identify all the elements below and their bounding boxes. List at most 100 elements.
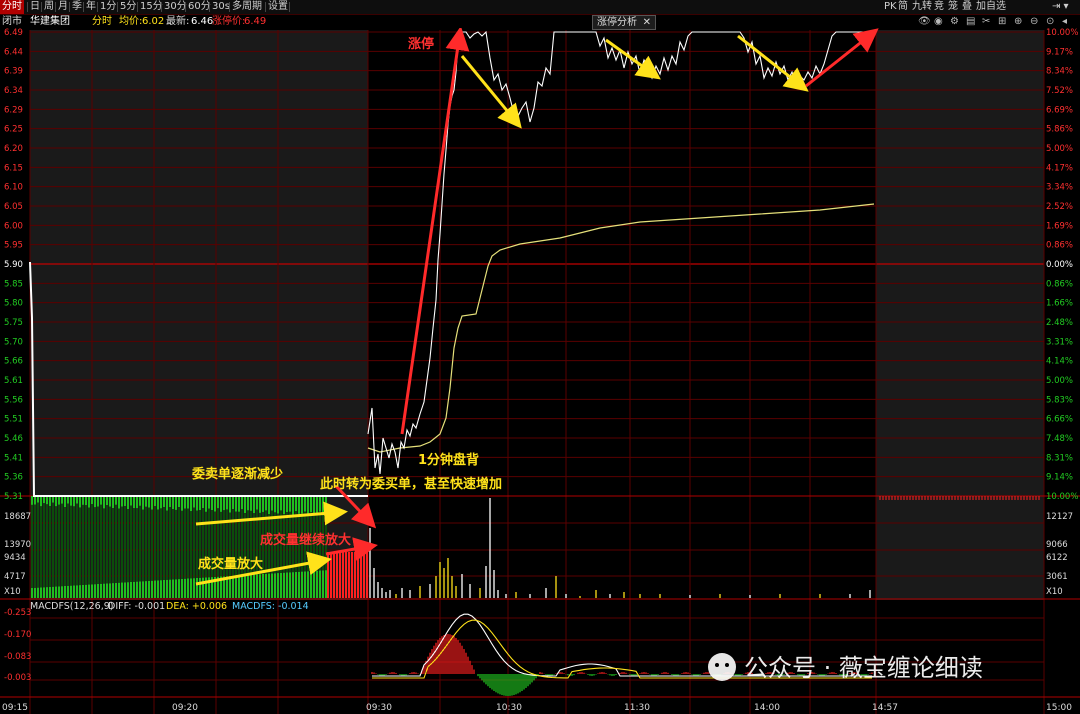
toolbar-separator	[289, 2, 290, 12]
grid-icon[interactable]: ⊞	[998, 15, 1006, 29]
volume-tick-right: 6122	[1046, 553, 1068, 563]
watermark: 公众号 · 薇宝缠论细读	[708, 653, 983, 682]
pullback-arrow-3	[737, 34, 809, 92]
average-price-line	[367, 203, 875, 453]
price-tick: 5.66	[4, 357, 23, 367]
toolbar-right-6[interactable]: 加自选	[974, 0, 1008, 14]
price-tick: 5.46	[4, 434, 23, 444]
wechat-eye-right	[725, 663, 729, 667]
price-tick: 6.25	[4, 125, 23, 135]
period-tab-12[interactable]: 多周期	[230, 0, 264, 14]
price-tick: 6.05	[4, 202, 23, 212]
macd-header: MACDFS(12,26,9) DIFF: -0.001 DEA: +0.006…	[30, 601, 309, 612]
toolbar-right-1[interactable]: 简	[896, 0, 910, 14]
price-tick: 6.20	[4, 144, 23, 154]
time-tick: 14:57	[872, 703, 898, 713]
volume-tick: 18687	[4, 512, 31, 522]
toolbar-right-3[interactable]: 竞	[932, 0, 946, 14]
sell-orders-label: 委卖单逐渐减少	[191, 466, 283, 482]
latest-value: 6.46	[191, 16, 214, 27]
zoom-out-icon[interactable]: ⊖	[1030, 15, 1038, 29]
scissors-icon[interactable]: ✂	[982, 15, 990, 29]
stock-name: 华建集团	[30, 16, 70, 27]
restore-icon[interactable]: ⊙	[1046, 15, 1054, 29]
time-tick: 09:20	[172, 703, 198, 713]
pct-tick: 5.83%	[1046, 395, 1073, 405]
price-tick: 6.44	[4, 47, 23, 57]
price-tick: 6.34	[4, 86, 23, 96]
volume-tick: 13970	[4, 540, 31, 550]
chart-icon[interactable]: ▤	[966, 15, 975, 29]
period-tab-0[interactable]: 分时	[0, 0, 24, 14]
price-tick: 5.51	[4, 415, 23, 425]
period-tab-5[interactable]: 年	[84, 0, 98, 14]
toolbar-right-4[interactable]: 笼	[946, 0, 960, 14]
price-line	[367, 30, 872, 475]
price-tick: 6.29	[4, 105, 23, 115]
pct-tick: 10.00%	[1046, 492, 1078, 502]
macd-value: MACDFS: -0.014	[232, 601, 309, 612]
time-tick: 11:30	[624, 703, 650, 713]
period-toolbar: 分时日周月季年 1分 5分 15分 30分 60分 30s 多周期 设置 PK 简九转竞笼叠加自选 ⇥…	[0, 0, 1080, 15]
time-tick: 14:00	[754, 703, 780, 713]
macd-title: MACDFS(12,26,9)	[30, 601, 113, 612]
price-tick: 5.75	[4, 318, 23, 328]
eye-icon[interactable]: 👁	[918, 15, 931, 29]
divergence-label: 1分钟盘背	[418, 452, 479, 468]
pct-tick: 4.14%	[1046, 357, 1073, 367]
price-tick: 5.95	[4, 241, 23, 251]
pin-icon[interactable]: ⇥ ▾	[1050, 0, 1071, 14]
period-tab-6[interactable]: 1分	[98, 0, 118, 14]
pct-tick: 9.17%	[1046, 47, 1073, 57]
price-tick: 5.70	[4, 337, 23, 347]
period-tab-1[interactable]: 日	[28, 0, 42, 14]
price-tick: 5.90	[4, 260, 23, 270]
avg-value: 6.02	[142, 16, 165, 27]
pct-tick: 1.69%	[1046, 221, 1073, 231]
period-tab-7[interactable]: 5分	[118, 0, 138, 14]
pct-tick: 5.00%	[1046, 376, 1073, 386]
period-tab-2[interactable]: 周	[42, 0, 56, 14]
turn-to-buy-label: 此时转为委买单，甚至快速增加	[320, 476, 502, 492]
pct-tick: 0.00%	[1046, 260, 1073, 270]
lock-icon[interactable]: ◉	[934, 15, 943, 29]
volume-tick-right: X10	[1046, 587, 1063, 597]
watermark-text: 公众号 · 薇宝缠论细读	[744, 654, 983, 682]
reseal-arrow	[805, 28, 879, 88]
toolbar-right-2[interactable]: 九转	[910, 0, 934, 14]
more-icon[interactable]: ◂	[1062, 15, 1067, 29]
wechat-eye-left	[715, 663, 719, 667]
period-tab-13[interactable]: 设置	[266, 0, 290, 14]
period-tab-3[interactable]: 月	[56, 0, 70, 14]
pct-tick: 5.86%	[1046, 125, 1073, 135]
pct-tick: 7.48%	[1046, 434, 1073, 444]
settings-icon[interactable]: ⚙	[950, 15, 959, 29]
pct-tick: 5.00%	[1046, 144, 1073, 154]
time-tick: 09:30	[366, 703, 392, 713]
price-tick: 5.85	[4, 279, 23, 289]
pct-tick: 2.52%	[1046, 202, 1073, 212]
limit-value: 6.49	[244, 16, 267, 27]
time-tick: 10:30	[496, 703, 522, 713]
toolbar-right-5[interactable]: 叠	[960, 0, 974, 14]
price-tick: 5.41	[4, 453, 23, 463]
volume-tick: 9434	[4, 553, 26, 563]
latest-label: 最新:	[166, 16, 190, 27]
zoom-in-icon[interactable]: ⊕	[1014, 15, 1022, 29]
pct-tick: 6.69%	[1046, 105, 1073, 115]
pct-tick: 1.66%	[1046, 299, 1073, 309]
macd-dea: DEA: +0.006	[166, 601, 227, 612]
market-status: 闭市	[2, 16, 22, 27]
price-tick: 6.39	[4, 67, 23, 77]
volume-continue-label: 成交量继续放大	[260, 532, 351, 548]
period-tab-4[interactable]: 季	[70, 0, 84, 14]
price-tick: 6.15	[4, 163, 23, 173]
macd-tick: -0.170	[4, 630, 31, 640]
volume-tick-right: 3061	[1046, 572, 1068, 582]
wechat-icon	[708, 653, 736, 681]
time-tick: 15:00	[1046, 703, 1072, 713]
volume-tick-right: 12127	[1046, 512, 1073, 522]
volume-up-label: 成交量放大	[198, 556, 263, 572]
price-tick: 5.61	[4, 376, 23, 386]
pct-tick: 3.31%	[1046, 337, 1073, 347]
